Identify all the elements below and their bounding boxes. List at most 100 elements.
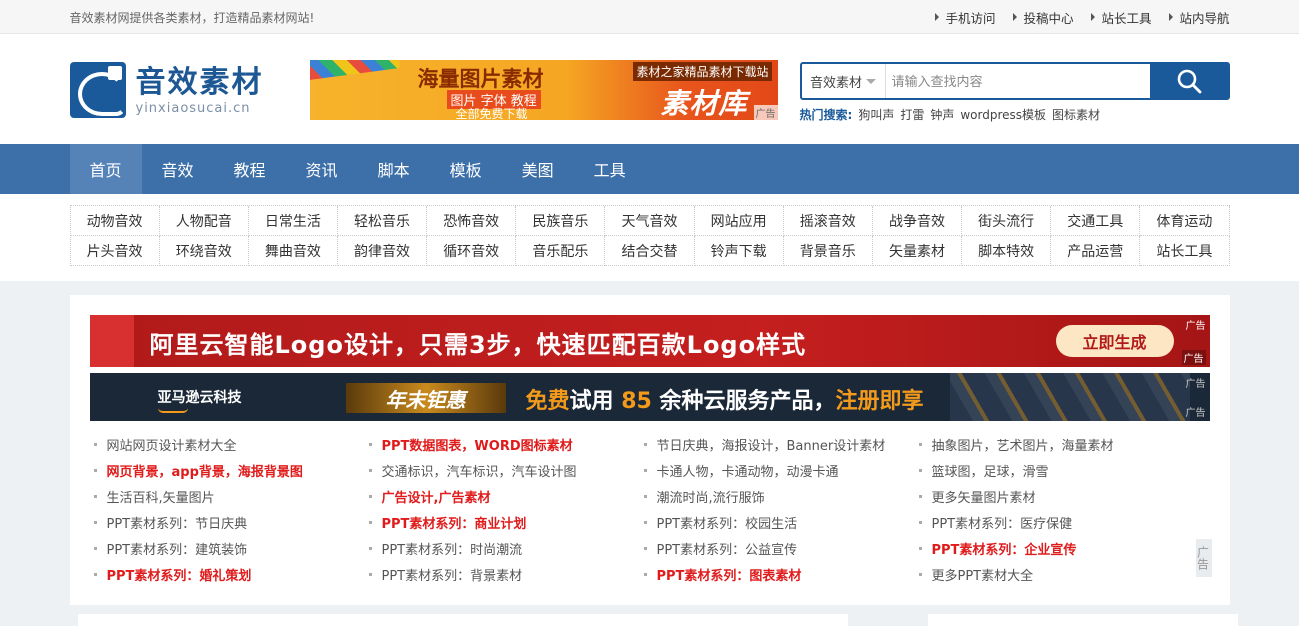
category-link[interactable]: 音乐配乐: [516, 236, 606, 266]
ad-badge: [89, 315, 134, 367]
category-link[interactable]: 日常生活: [248, 206, 338, 236]
logo-domain: yinxiaosucai.cn: [135, 100, 251, 116]
resource-link[interactable]: PPT素材系列：建筑装饰: [90, 535, 365, 561]
top-link-mobile[interactable]: 手机访问: [935, 8, 995, 27]
category-link[interactable]: 民族音乐: [516, 206, 606, 236]
ad-label: 广告: [1185, 408, 1206, 419]
category-link[interactable]: 矢量素材: [872, 236, 963, 266]
aws-promo-pill: 年末钜惠: [345, 383, 506, 413]
hot-search-item[interactable]: 打雷: [900, 106, 924, 123]
nav-script[interactable]: 脚本: [358, 144, 430, 194]
chevron-down-icon: [866, 78, 876, 84]
resource-link[interactable]: 抽象图片，艺术图片，海量素材: [915, 431, 1190, 457]
resource-link[interactable]: PPT素材系列：图表素材: [640, 561, 915, 587]
category-nav: 动物音效 人物配音 日常生活 轻松音乐 恐怖音效 民族音乐 天气音效 网站应用 摇滚音效 战争音效…: [0, 194, 1299, 281]
search-box: 音效素材: [799, 62, 1230, 100]
search-button[interactable]: [1149, 64, 1228, 98]
resource-link[interactable]: 卡通人物，卡通动物，动漫卡通: [640, 457, 915, 483]
resource-link[interactable]: PPT素材系列：背景素材: [365, 561, 640, 587]
resource-link[interactable]: PPT素材系列：时尚潮流: [365, 535, 640, 561]
category-link[interactable]: 韵律音效: [337, 236, 428, 266]
resource-link[interactable]: 网站网页设计素材大全: [90, 431, 365, 457]
category-link[interactable]: 交通工具: [1051, 206, 1141, 236]
resource-link[interactable]: 节日庆典，海报设计，Banner设计素材: [640, 431, 915, 457]
nav-news[interactable]: 资讯: [286, 144, 358, 194]
resource-link[interactable]: PPT素材系列：公益宣传: [640, 535, 915, 561]
resource-link[interactable]: PPT素材系列：婚礼策划: [90, 561, 365, 587]
hot-search-item[interactable]: 钟声: [930, 106, 954, 123]
category-link[interactable]: 循环音效: [427, 236, 517, 266]
hot-search-item[interactable]: 狗叫声: [858, 106, 894, 123]
resource-link[interactable]: 交通标识，汽车标识，汽车设计图: [365, 457, 640, 483]
category-link[interactable]: 结合交替: [605, 236, 695, 266]
nav-sound[interactable]: 音效: [142, 144, 214, 194]
category-link[interactable]: 战争音效: [872, 206, 963, 236]
category-link[interactable]: 铃声下载: [694, 236, 784, 266]
category-link[interactable]: 恐怖音效: [427, 206, 517, 236]
search-icon: [1177, 69, 1201, 94]
category-link[interactable]: 轻松音乐: [337, 206, 428, 236]
logo-title: 音效素材: [135, 64, 264, 100]
resource-link[interactable]: 篮球图，足球，滑雪: [915, 457, 1190, 483]
arrow-right-icon: [1091, 13, 1096, 21]
resource-link[interactable]: 更多PPT素材大全: [915, 561, 1190, 587]
category-link[interactable]: 环绕音效: [159, 236, 249, 266]
top-link-webmaster[interactable]: 站长工具: [1091, 8, 1151, 27]
category-link[interactable]: 脚本特效: [962, 236, 1052, 266]
main-nav: 首页 音效 教程 资讯 脚本 模板 美图 工具: [0, 144, 1299, 194]
category-link[interactable]: 舞曲音效: [248, 236, 338, 266]
site-logo[interactable]: 音效素材 yinxiaosucai.cn: [69, 62, 264, 118]
category-link[interactable]: 产品运营: [1051, 236, 1141, 266]
hot-search-label: 热门搜索:: [799, 108, 853, 122]
category-link[interactable]: 天气音效: [605, 206, 695, 236]
aliyun-ad-text: 阿里云智能Logo设计，只需3步，快速匹配百款Logo样式: [149, 331, 807, 359]
resource-link[interactable]: PPT素材系列：校园生活: [640, 509, 915, 535]
hot-search-item[interactable]: wordpress模板: [960, 106, 1046, 123]
search-input[interactable]: [885, 64, 1150, 98]
resource-link[interactable]: 生活百科,矢量图片: [90, 483, 365, 509]
generate-now-button[interactable]: 立即生成: [1055, 325, 1174, 357]
category-link[interactable]: 街头流行: [962, 206, 1052, 236]
search-category-select[interactable]: 音效素材: [802, 64, 886, 98]
hot-search-item[interactable]: 图标素材: [1052, 106, 1100, 123]
category-link[interactable]: 动物音效: [70, 206, 160, 236]
top-banner-ad[interactable]: 海量图片素材 图片 字体 教程 全部免费下载 素材之家精品素材下载站 素材库 广…: [309, 60, 778, 120]
category-link[interactable]: 摇滚音效: [783, 206, 873, 236]
category-link[interactable]: 体育运动: [1140, 206, 1230, 236]
aliyun-banner-ad[interactable]: 阿里云智能Logo设计，只需3步，快速匹配百款Logo样式 立即生成 广告 广告: [89, 315, 1210, 367]
banner-sub2: 全部免费下载: [455, 107, 528, 120]
search-area: 音效素材 热门搜索: 狗叫声 打雷 钟声 wordpress模板 图标素材: [799, 62, 1230, 123]
nav-tutorial[interactable]: 教程: [214, 144, 286, 194]
content-panel-left: [78, 614, 848, 626]
category-link[interactable]: 站长工具: [1140, 236, 1230, 266]
resource-link[interactable]: 广告设计,广告素材: [365, 483, 640, 509]
category-link[interactable]: 人物配音: [159, 206, 249, 236]
arrow-right-icon: [1013, 13, 1018, 21]
resource-link[interactable]: PPT素材系列：节日庆典: [90, 509, 365, 535]
decorative-blocks: [949, 373, 1190, 421]
category-link[interactable]: 片头音效: [70, 236, 160, 266]
resource-link[interactable]: 潮流时尚,流行服饰: [640, 483, 915, 509]
nav-tools[interactable]: 工具: [574, 144, 646, 194]
bunting-flags-icon: [309, 60, 400, 80]
category-link[interactable]: 背景音乐: [783, 236, 873, 266]
resource-link[interactable]: PPT素材系列：企业宣传: [915, 535, 1190, 561]
resource-link[interactable]: PPT素材系列：医疗保健: [915, 509, 1190, 535]
site-notice: 音效素材网提供各类素材，打造精品素材网站!: [69, 10, 315, 25]
resource-link[interactable]: 更多矢量图片素材: [915, 483, 1190, 509]
nav-template[interactable]: 模板: [430, 144, 502, 194]
nav-home[interactable]: 首页: [69, 144, 142, 194]
top-bar: 音效素材网提供各类素材，打造精品素材网站! 手机访问 投稿中心 站长工具 站内导…: [0, 0, 1299, 34]
top-link-sitemap[interactable]: 站内导航: [1169, 8, 1230, 27]
ad-label: 广告: [1185, 379, 1206, 390]
resource-link[interactable]: PPT数据图表，WORD图标素材: [365, 431, 640, 457]
top-link-submit[interactable]: 投稿中心: [1013, 8, 1073, 27]
category-link[interactable]: 网站应用: [694, 206, 784, 236]
resource-links: 网站网页设计素材大全 PPT数据图表，WORD图标素材 节日庆典，海报设计，Bann…: [90, 431, 1210, 587]
aws-banner-ad[interactable]: 亚马逊云科技 年末钜惠 免费试用 85 余种云服务产品，注册即享 广告 广告: [89, 373, 1210, 421]
resource-link[interactable]: PPT素材系列：商业计划: [365, 509, 640, 535]
nav-images[interactable]: 美图: [502, 144, 574, 194]
ad-label: 广告: [1185, 321, 1206, 332]
resource-link[interactable]: 网页背景，app背景，海报背景图: [90, 457, 365, 483]
side-ad-label[interactable]: 广告: [1195, 539, 1212, 577]
